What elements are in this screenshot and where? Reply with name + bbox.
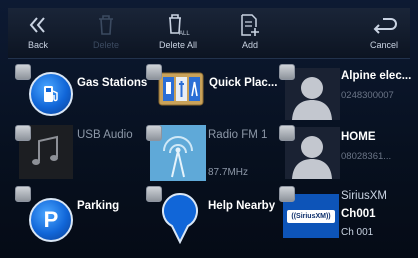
return-arrow-icon bbox=[371, 12, 397, 38]
tile-title: Radio FM 1 bbox=[208, 129, 268, 141]
delete-all-label: Delete All bbox=[158, 40, 198, 50]
tile-phone-number: 08028361... bbox=[341, 151, 392, 162]
delete-all-button[interactable]: ALL Delete All bbox=[148, 8, 208, 58]
favorite-tile-gas-stations[interactable]: Gas Stations bbox=[15, 64, 150, 124]
map-pin-icon bbox=[160, 192, 200, 244]
select-checkbox[interactable] bbox=[15, 125, 31, 141]
back-label: Back bbox=[27, 40, 48, 50]
favorite-tile-contact-home[interactable]: HOME 08028361... bbox=[279, 125, 414, 185]
parking-icon: P bbox=[29, 198, 73, 242]
delete-label: Delete bbox=[92, 40, 119, 50]
trash-icon bbox=[97, 12, 115, 38]
select-checkbox[interactable] bbox=[146, 64, 162, 80]
tile-title: Alpine elec... bbox=[341, 70, 411, 82]
tile-title: Help Nearby bbox=[208, 200, 276, 212]
favorite-tile-quick-place[interactable]: Quick Plac... bbox=[146, 64, 281, 124]
favorite-tile-help-nearby[interactable]: Help Nearby bbox=[146, 186, 281, 246]
tile-title: SiriusXM bbox=[341, 190, 388, 202]
tile-title: USB Audio bbox=[77, 129, 133, 141]
tile-frequency: 87.7MHz bbox=[208, 167, 249, 178]
favorite-tile-usb-audio[interactable]: USB Audio bbox=[15, 125, 150, 185]
back-button[interactable]: Back bbox=[8, 8, 68, 58]
add-item-icon bbox=[240, 12, 260, 38]
favorite-tile-siriusxm[interactable]: ((SiriusXM)) SiriusXM Ch001 Ch 001 bbox=[279, 186, 414, 246]
cancel-label: Cancel bbox=[369, 40, 398, 50]
tile-title: Gas Stations bbox=[77, 77, 148, 89]
tile-channel-sub: Ch 001 bbox=[341, 227, 374, 238]
double-chevron-left-icon bbox=[28, 12, 48, 38]
favorite-tile-contact-alpine[interactable]: Alpine elec... 0248300007 bbox=[279, 64, 414, 124]
select-checkbox[interactable] bbox=[279, 125, 295, 141]
quick-place-icon bbox=[158, 70, 204, 108]
favorites-edit-screen: Back Delete ALL Delete All Add Cancel Ga… bbox=[0, 0, 418, 258]
siriusxm-logo-badge: ((SiriusXM)) bbox=[287, 209, 335, 223]
tile-title: Parking bbox=[77, 200, 120, 212]
add-button[interactable]: Add bbox=[220, 8, 280, 58]
select-checkbox[interactable] bbox=[279, 186, 295, 202]
favorite-tile-radio-fm1[interactable]: Radio FM 1 87.7MHz bbox=[146, 125, 281, 185]
delete-button[interactable]: Delete bbox=[76, 8, 136, 58]
gas-station-icon bbox=[29, 72, 73, 116]
tile-phone-number: 0248300007 bbox=[341, 90, 394, 101]
cancel-button[interactable]: Cancel bbox=[354, 8, 414, 58]
tile-channel: Ch001 bbox=[341, 208, 376, 220]
trash-all-icon: ALL bbox=[166, 12, 190, 38]
tile-title: Quick Plac... bbox=[209, 77, 278, 89]
select-checkbox[interactable] bbox=[146, 186, 162, 202]
select-checkbox[interactable] bbox=[279, 64, 295, 80]
select-checkbox[interactable] bbox=[15, 186, 31, 202]
select-checkbox[interactable] bbox=[15, 64, 31, 80]
svg-text:ALL: ALL bbox=[179, 31, 190, 37]
add-label: Add bbox=[241, 40, 258, 50]
favorite-tile-parking[interactable]: P Parking bbox=[15, 186, 150, 246]
toolbar: Back Delete ALL Delete All Add Cancel bbox=[8, 8, 410, 59]
select-checkbox[interactable] bbox=[146, 125, 162, 141]
tile-title: HOME bbox=[341, 131, 376, 143]
